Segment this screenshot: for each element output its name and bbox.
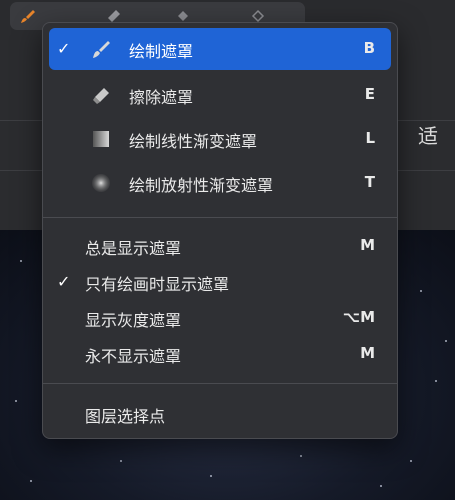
star xyxy=(120,460,122,462)
brush-icon xyxy=(91,39,111,59)
shortcut-label: T xyxy=(364,173,375,191)
shortcut-label: L xyxy=(365,129,375,147)
menu-item-erase-mask[interactable]: 擦除遮罩 E xyxy=(49,74,391,116)
menu-item-paint-mask[interactable]: ✓ 绘制遮罩 B xyxy=(49,28,391,70)
star xyxy=(20,260,22,262)
radial-gradient-icon xyxy=(91,173,111,193)
checkmark-icon: ✓ xyxy=(57,39,71,58)
menu-item-label: 图层选择点 xyxy=(85,407,166,426)
menu-item-label: 绘制放射性渐变遮罩 xyxy=(129,176,274,195)
star xyxy=(445,340,447,342)
menu-item-layer-selection-points[interactable]: 图层选择点 xyxy=(49,393,391,435)
menu-item-never-show-mask[interactable]: 永不显示遮罩 M xyxy=(49,333,391,375)
menu-item-label: 总是显示遮罩 xyxy=(85,239,182,258)
star xyxy=(30,480,32,482)
brush-tool-icon[interactable] xyxy=(20,8,36,24)
shortcut-label: E xyxy=(364,85,375,103)
eraser-icon xyxy=(91,85,111,105)
star xyxy=(210,475,212,477)
menu-separator xyxy=(43,383,397,384)
linear-gradient-icon xyxy=(91,129,111,149)
star xyxy=(15,400,17,402)
star xyxy=(300,455,302,457)
menu-item-label: 只有绘画时显示遮罩 xyxy=(85,275,230,294)
shortcut-label: M xyxy=(360,236,375,254)
menu-item-label: 绘制遮罩 xyxy=(129,42,194,61)
shortcut-label: ⌥M xyxy=(342,308,375,326)
checkmark-icon: ✓ xyxy=(57,272,71,291)
star xyxy=(435,380,437,382)
menu-item-label: 显示灰度遮罩 xyxy=(85,311,182,330)
mask-menu: ✓ 绘制遮罩 B 擦除遮罩 E 绘制线性渐变遮罩 L 绘制放射性渐变遮罩 T 总… xyxy=(42,22,398,439)
menu-item-linear-gradient-mask[interactable]: 绘制线性渐变遮罩 L xyxy=(49,118,391,160)
fit-label[interactable]: 适 xyxy=(418,120,438,149)
star xyxy=(410,460,412,462)
menu-item-radial-gradient-mask[interactable]: 绘制放射性渐变遮罩 T xyxy=(49,162,391,204)
menu-separator xyxy=(43,217,397,218)
shortcut-label: B xyxy=(363,39,375,57)
shortcut-label: M xyxy=(360,344,375,362)
menu-item-label: 绘制线性渐变遮罩 xyxy=(129,132,258,151)
menu-item-label: 擦除遮罩 xyxy=(129,88,194,107)
menu-item-label: 永不显示遮罩 xyxy=(85,347,182,366)
star xyxy=(380,485,382,487)
star xyxy=(420,290,422,292)
